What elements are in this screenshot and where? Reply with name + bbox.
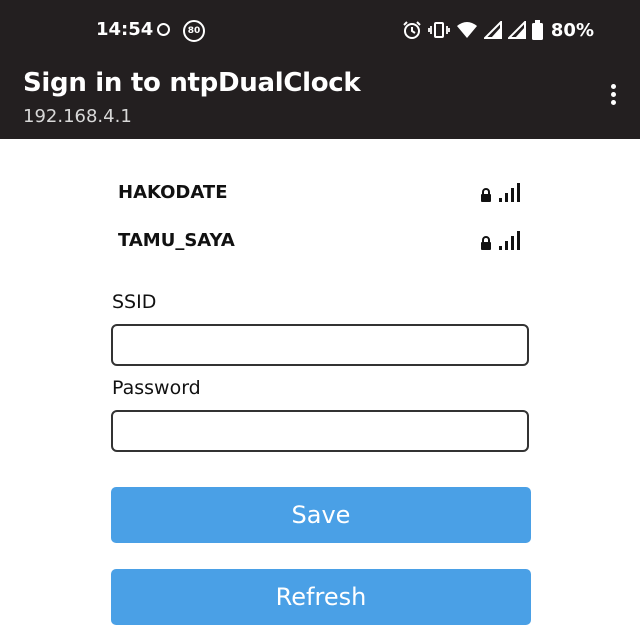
network-item-tamu-saya[interactable]: TAMU_SAYA (118, 216, 520, 264)
network-ssid: HAKODATE (118, 181, 228, 203)
notification-badge-icon: 80 (183, 20, 205, 42)
lock-icon (481, 188, 491, 202)
page-url: 192.168.4.1 (23, 106, 132, 127)
status-icons: 80% (402, 18, 594, 42)
network-list: HAKODATE TAMU_SAYA (118, 170, 520, 266)
ssid-input[interactable] (111, 324, 529, 366)
password-label: Password (112, 377, 201, 399)
signal-icon (483, 21, 502, 39)
signal-strength-icon (499, 183, 520, 202)
vibrate-icon (428, 22, 450, 38)
more-vert-icon[interactable] (610, 84, 618, 110)
network-status (480, 230, 520, 250)
signal-strength-icon (499, 231, 520, 250)
lock-icon (481, 236, 491, 250)
alarm-icon (403, 21, 421, 39)
network-ssid: TAMU_SAYA (118, 229, 235, 251)
network-status (480, 182, 520, 202)
page-title: Sign in to ntpDualClock (23, 68, 361, 98)
wifi-icon (456, 22, 477, 38)
battery-icon (531, 20, 543, 40)
status-time: 14:54 (96, 19, 154, 40)
status-bar: 14:54 80 80% (0, 0, 640, 58)
refresh-button[interactable]: Refresh (111, 569, 531, 625)
network-item-hakodate[interactable]: HAKODATE (118, 168, 520, 216)
save-button[interactable]: Save (111, 487, 531, 543)
notification-dot-icon (157, 23, 170, 36)
ssid-label: SSID (112, 291, 157, 313)
app-bar: Sign in to ntpDualClock 192.168.4.1 (0, 58, 640, 139)
signal-icon (507, 21, 526, 39)
battery-percent: 80% (550, 19, 594, 41)
password-input[interactable] (111, 410, 529, 452)
